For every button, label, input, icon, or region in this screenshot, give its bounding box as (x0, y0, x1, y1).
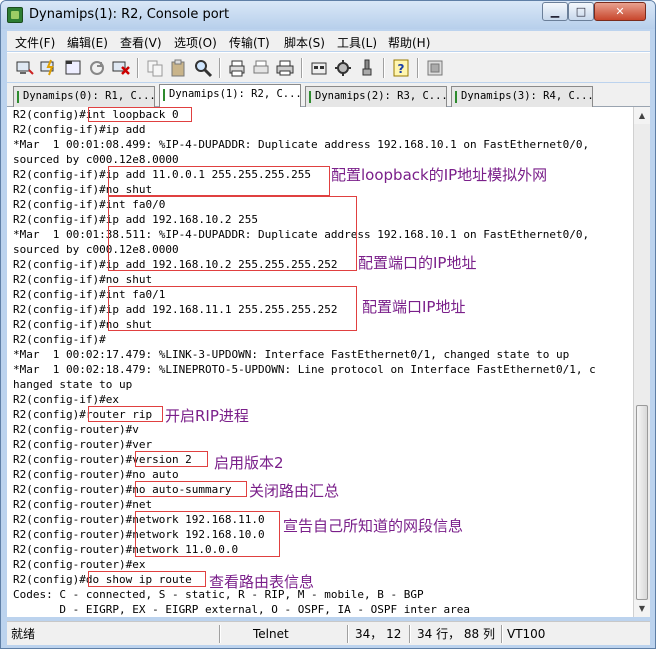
annotation-route: 查看路由表信息 (209, 573, 315, 591)
session-options-icon[interactable] (309, 58, 329, 78)
terminal-line: D - EIGRP, EX - EIGRP external, O - OSPF… (13, 603, 470, 616)
toolbar-separator (301, 58, 303, 78)
status-protocol: Telnet (253, 627, 289, 641)
terminal-line: R2(config-if)# (13, 333, 106, 346)
print-icon[interactable] (275, 58, 295, 78)
title-bar[interactable]: Dynamips(1): R2, Console port ▁ □ ✕ (1, 1, 655, 29)
terminal-line: R2(config-router)#v (13, 423, 139, 436)
quick-connect-icon[interactable] (39, 58, 59, 78)
status-bar: 就绪 Telnet 34， 12 34 行， 88 列 VT100 (7, 621, 650, 645)
terminal-line: hanged state to up (13, 378, 133, 391)
print-screen-icon[interactable] (251, 58, 271, 78)
copy-icon[interactable] (145, 58, 165, 78)
terminal-line: sourced by c000.12e8.0000 (13, 153, 179, 166)
tab-label: Dynamips(0): R1, C... (23, 90, 155, 102)
highlight-box (108, 196, 357, 271)
menu-edit[interactable]: 编辑(E) (67, 34, 108, 51)
toolbar-separator (417, 58, 419, 78)
terminal-line: R2(config-router)#ver (13, 438, 153, 451)
app-icon (7, 7, 23, 23)
find-icon[interactable] (193, 58, 213, 78)
toolbar-separator (137, 58, 139, 78)
terminal-line: *Mar 1 00:01:08.499: %IP-4-DUPADDR: Dupl… (13, 138, 590, 151)
terminal-line: *Mar 1 00:02:17.479: %LINK-3-UPDOWN: Int… (13, 348, 570, 361)
tab-label: Dynamips(1): R2, C... (169, 88, 301, 100)
paste-icon[interactable] (169, 58, 189, 78)
menu-help[interactable]: 帮助(H) (388, 34, 430, 51)
window-title: Dynamips(1): R2, Console port (29, 7, 230, 22)
status-ready: 就绪 (11, 627, 36, 641)
tab-status-icon (163, 89, 165, 101)
highlight-box (135, 511, 280, 557)
terminal-line: R2(config-if)#ip add (13, 123, 146, 136)
terminal-line: *Mar 1 00:02:18.479: %LINEPROTO-5-UPDOWN… (13, 363, 596, 376)
tab-status-icon (17, 91, 19, 103)
status-emulation: VT100 (507, 627, 546, 641)
tab-label: Dynamips(3): R4, C... (461, 90, 593, 102)
connect-tab-icon[interactable] (63, 58, 83, 78)
toolbar-separator (219, 58, 221, 78)
global-options-icon[interactable] (333, 58, 353, 78)
status-cursor-position: 34， 12 (355, 627, 402, 641)
connect-icon[interactable] (15, 58, 35, 78)
terminal-line: R2(config-if)#ex (13, 393, 119, 406)
menu-tools[interactable]: 工具(L) (337, 34, 377, 51)
minimize-button[interactable]: ▁ (542, 2, 568, 21)
status-divider (347, 625, 349, 643)
annotation-network: 宣告自己所知道的网段信息 (283, 517, 464, 535)
status-divider (409, 625, 411, 643)
session-tab-bar: Dynamips(0): R1, C... Dynamips(1): R2, C… (7, 83, 650, 107)
app-window: Dynamips(1): R2, Console port ▁ □ ✕ 文件(F… (0, 0, 656, 649)
maximize-button[interactable]: □ (568, 2, 594, 21)
print-setup-icon[interactable] (227, 58, 247, 78)
help-icon[interactable]: ? (391, 58, 411, 78)
menu-transfer[interactable]: 传输(T) (229, 34, 270, 51)
scroll-down-icon[interactable]: ▼ (634, 600, 650, 617)
tab-dynamips-3[interactable]: Dynamips(3): R4, C... (451, 86, 593, 107)
toolbar-separator (383, 58, 385, 78)
status-divider (219, 625, 221, 643)
close-button[interactable]: ✕ (594, 2, 646, 21)
status-terminal-size: 34 行， 88 列 (417, 627, 495, 641)
scroll-thumb[interactable] (636, 405, 648, 600)
vertical-scrollbar[interactable]: ▲ ▼ (633, 107, 650, 617)
terminal-output[interactable]: R2(config)#int loopback 0 R2(config-if)#… (7, 107, 633, 617)
highlight-box (108, 286, 357, 331)
highlight-box (135, 481, 247, 497)
menu-bar: 文件(F) 编辑(E) 查看(V) 选项(O) 传输(T) 脚本(S) 工具(L… (7, 31, 650, 51)
highlight-box (135, 451, 208, 467)
menu-options[interactable]: 选项(O) (174, 34, 217, 51)
clone-icon[interactable] (425, 58, 445, 78)
terminal-line: R2(config-router)#ex (13, 558, 146, 571)
keymap-icon[interactable] (357, 58, 377, 78)
annotation-port-ip-2: 配置端口IP地址 (362, 298, 466, 316)
svg-text:?: ? (398, 62, 405, 76)
reconnect-icon[interactable] (87, 58, 107, 78)
disconnect-icon[interactable] (111, 58, 131, 78)
annotation-loopback: 配置loopback的IP地址模拟外网 (331, 166, 548, 184)
terminal-line: R2(config-if)#no shut (13, 273, 153, 286)
terminal-line: R2(config-router)#net (13, 498, 153, 511)
tab-dynamips-1[interactable]: Dynamips(1): R2, C... (159, 84, 301, 107)
tab-dynamips-0[interactable]: Dynamips(0): R1, C... (13, 86, 155, 107)
annotation-summary: 关闭路由汇总 (249, 482, 340, 500)
scroll-up-icon[interactable]: ▲ (634, 107, 650, 124)
annotation-port-ip: 配置端口的IP地址 (358, 254, 477, 272)
annotation-version: 启用版本2 (214, 454, 284, 472)
tab-dynamips-2[interactable]: Dynamips(2): R3, C... (305, 86, 447, 107)
tab-status-icon (309, 91, 311, 103)
status-divider (501, 625, 503, 643)
menu-file[interactable]: 文件(F) (15, 34, 55, 51)
toolbar: ? (7, 52, 650, 82)
highlight-box (108, 166, 330, 196)
annotation-rip: 开启RIP进程 (165, 407, 249, 425)
menu-script[interactable]: 脚本(S) (284, 34, 325, 51)
highlight-box (88, 107, 192, 122)
tab-label: Dynamips(2): R3, C... (315, 90, 447, 102)
highlight-box (88, 571, 206, 587)
tab-status-icon (455, 91, 457, 103)
menu-view[interactable]: 查看(V) (120, 34, 162, 51)
terminal-line: R2(config-router)#no auto (13, 468, 179, 481)
highlight-box (88, 406, 163, 422)
